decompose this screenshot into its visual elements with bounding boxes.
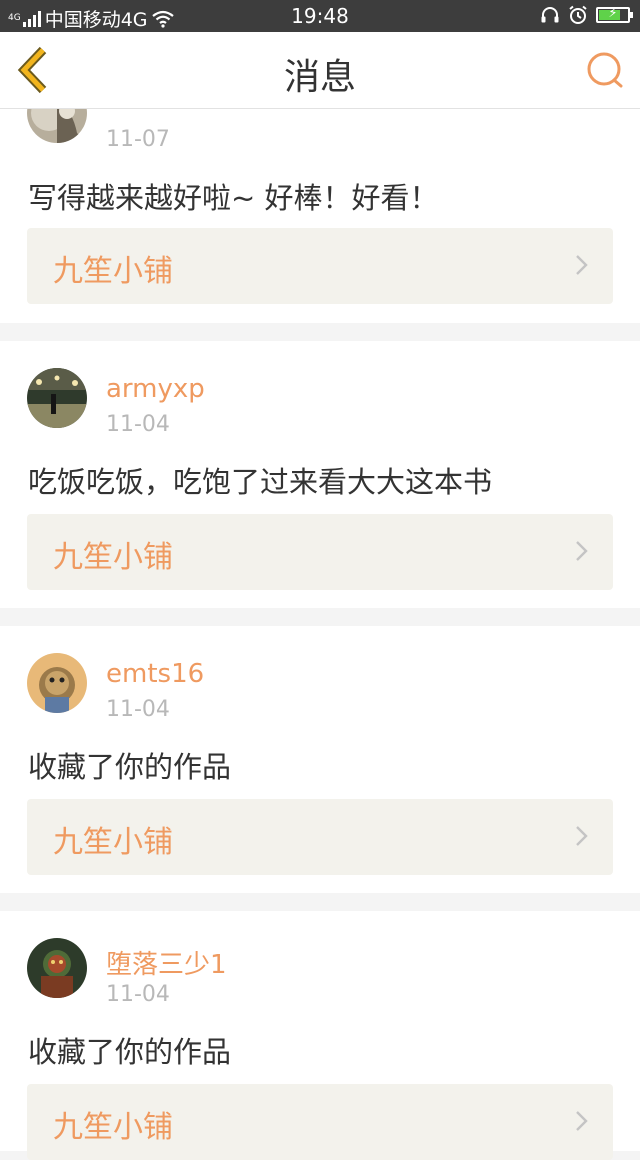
comment-text: 收藏了你的作品 xyxy=(28,750,232,784)
message-card: armyxp 11-04 吃饭吃饭，吃饱了过来看大大这本书 九笙小铺 xyxy=(0,341,640,608)
message-date: 11-04 xyxy=(106,982,170,1007)
message-card: 堕落三少1 11-04 收藏了你的作品 九笙小铺 xyxy=(0,911,640,1160)
header-bar: 消息 xyxy=(0,32,640,109)
avatar[interactable] xyxy=(27,368,87,428)
shop-link[interactable]: 九笙小铺 xyxy=(27,799,613,875)
chevron-right-icon xyxy=(576,255,588,275)
avatar[interactable] xyxy=(27,653,87,713)
chevron-right-icon xyxy=(576,541,588,561)
chevron-right-icon xyxy=(576,1111,588,1131)
shop-name: 九笙小铺 xyxy=(53,825,173,860)
page-title: 消息 xyxy=(283,57,356,98)
username[interactable]: 堕落三少1 xyxy=(106,944,227,981)
message-date: 11-04 xyxy=(106,412,170,437)
message-card: emts16 11-04 收藏了你的作品 九笙小铺 xyxy=(0,626,640,893)
shop-link[interactable]: 九笙小铺 xyxy=(27,514,613,590)
username[interactable]: emts16 xyxy=(106,659,204,689)
search-button[interactable] xyxy=(584,48,628,92)
headphones-icon xyxy=(541,7,559,23)
message-date: 11-07 xyxy=(106,127,170,152)
message-date: 11-04 xyxy=(106,697,170,722)
status-right: ⚡ xyxy=(540,5,633,25)
avatar[interactable] xyxy=(27,938,87,998)
comment-text: 写得越来越好啦~ 好棒！好看！ xyxy=(28,181,439,215)
shop-name: 九笙小铺 xyxy=(53,1110,173,1145)
comment-text: 吃饭吃饭，吃饱了过来看大大这本书 xyxy=(28,465,493,499)
comment-text: 收藏了你的作品 xyxy=(28,1035,232,1069)
shop-name: 九笙小铺 xyxy=(53,254,173,289)
username[interactable]: armyxp xyxy=(106,374,205,404)
shop-name: 九笙小铺 xyxy=(53,540,173,575)
search-icon xyxy=(587,52,623,88)
alarm-icon xyxy=(569,5,587,24)
battery-icon: ⚡ xyxy=(596,6,633,23)
shop-link[interactable]: 九笙小铺 xyxy=(27,1084,613,1160)
status-bar: 4G 中国移动4G 19:48 ⚡ xyxy=(0,0,640,32)
chevron-right-icon xyxy=(576,826,588,846)
shop-link[interactable]: 九笙小铺 xyxy=(27,228,613,304)
